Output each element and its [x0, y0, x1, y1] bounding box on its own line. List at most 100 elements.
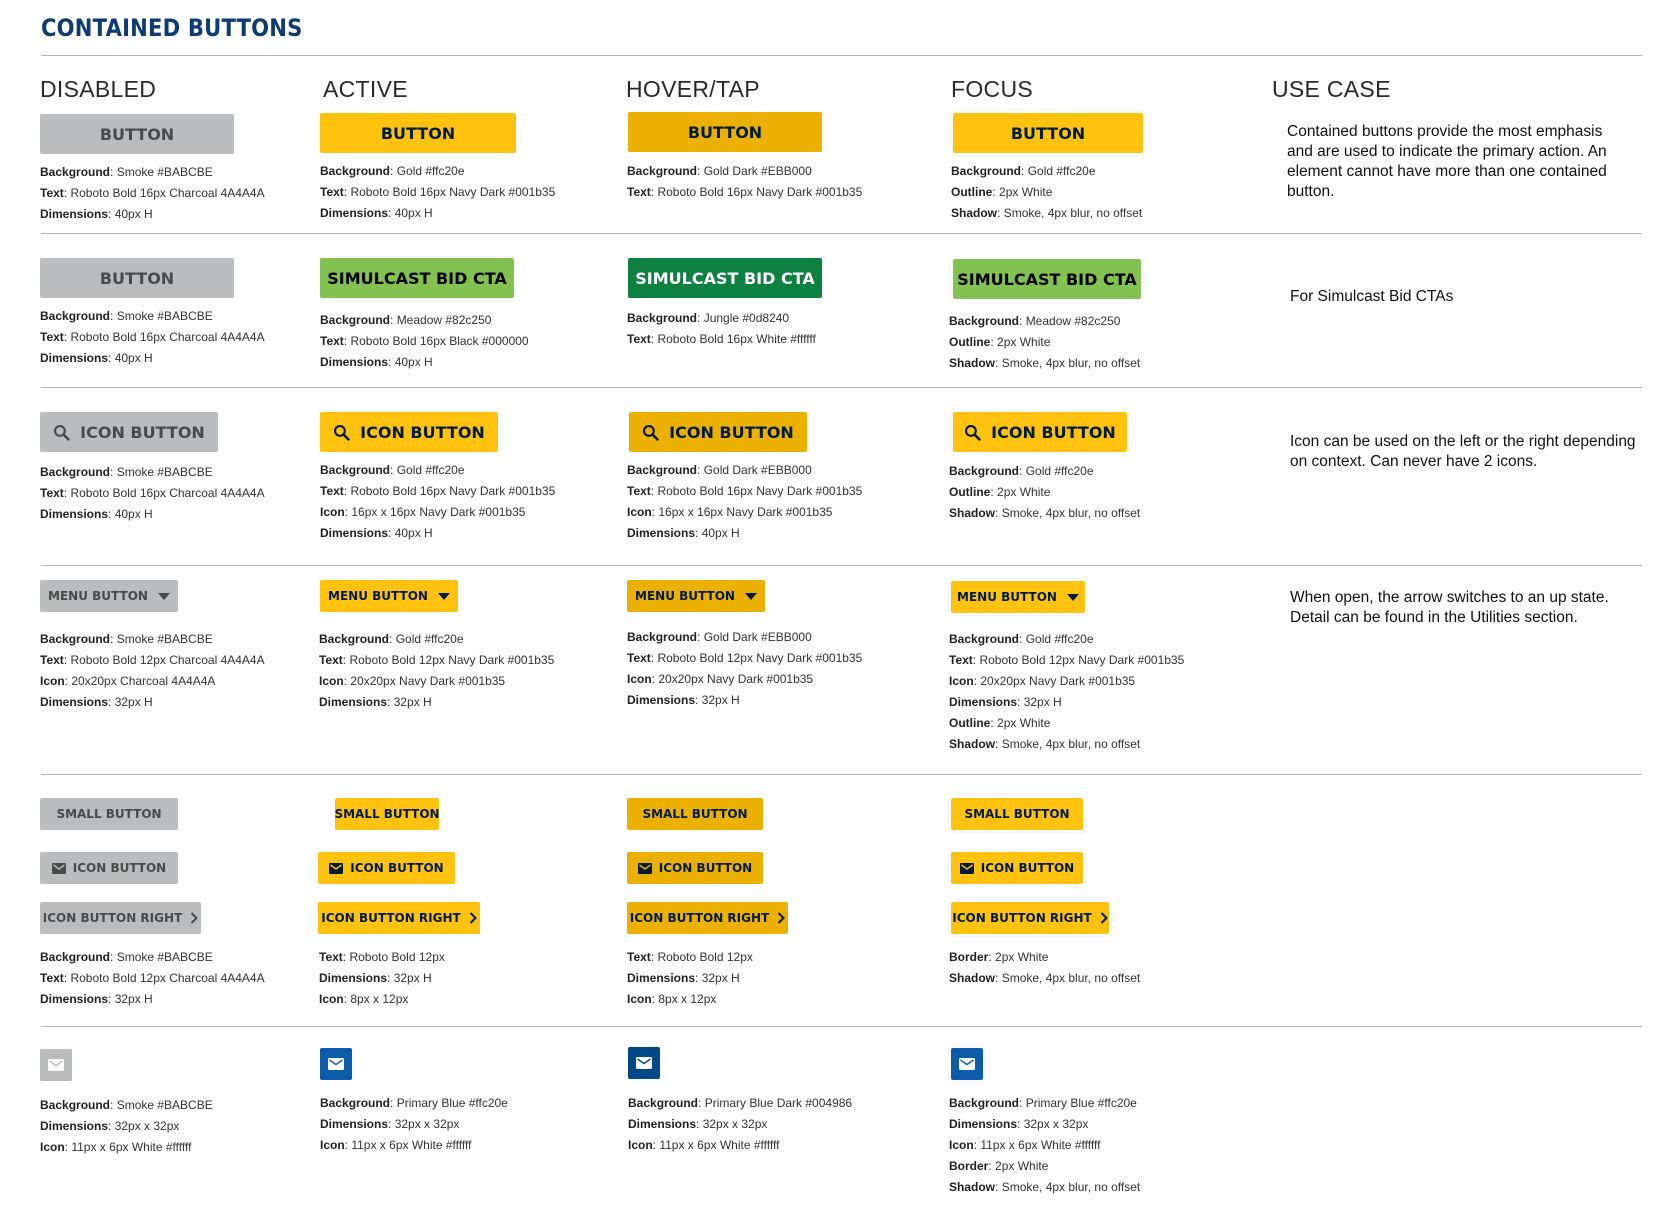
small-button-hover[interactable]: SMALL BUTTON: [627, 798, 763, 830]
spec-active-6: Background: Primary Blue #ffc20e Dimensio…: [320, 1093, 508, 1156]
icon-button-hover[interactable]: ICON BUTTON: [629, 412, 807, 452]
spec-value: Smoke #BABCBE: [116, 1098, 213, 1112]
spec-value: Roboto Bold 16px Navy Dark #001b35: [350, 484, 556, 498]
spec-line: Background: Meadow #82c250: [320, 313, 492, 327]
spec-line: Text: Roboto Bold 12px: [627, 950, 753, 964]
spec-label: Icon: [320, 1138, 345, 1152]
spec-label: Icon: [627, 992, 652, 1006]
spec-value: 40px H: [701, 526, 740, 540]
spec-label: Background: [949, 1096, 1020, 1110]
icon-button-right-disabled[interactable]: ICON BUTTON RIGHT: [40, 902, 201, 934]
spec-label: Text: [627, 185, 651, 199]
spec-active-2: Background: Meadow #82c250 Text: Roboto B…: [320, 310, 529, 373]
spec-line: Icon: 8px x 12px: [319, 992, 409, 1006]
divider: [41, 233, 1642, 234]
focus-button[interactable]: BUTTON: [951, 111, 1145, 155]
spec-hover-3: Background: Gold Dark #EBB000 Text: Robot…: [627, 460, 862, 544]
small-icon-button-active[interactable]: ICON BUTTON: [318, 852, 455, 884]
spec-value: Gold #ffc20e: [1025, 632, 1094, 646]
spec-value: Meadow #82c250: [396, 313, 492, 327]
spec-value: 40px H: [114, 507, 153, 521]
mail-icon-button-hover[interactable]: [628, 1047, 660, 1079]
spec-value: Roboto Bold 12px: [657, 950, 753, 964]
disabled-button[interactable]: BUTTON: [40, 114, 234, 154]
mail-icon-button-focus[interactable]: [949, 1046, 985, 1082]
spec-line: Background: Meadow #82c250: [949, 314, 1121, 328]
column-header-disabled: DISABLED: [40, 76, 157, 102]
spec-line: Background: Gold #ffc20e: [951, 164, 1096, 178]
chevron-right-icon: [1100, 912, 1108, 924]
spec-line: Shadow: Smoke, 4px blur, no offset: [951, 206, 1143, 220]
spec-label: Text: [627, 332, 651, 346]
spec-value: Gold Dark #EBB000: [703, 463, 812, 477]
simulcast-bid-button-focus[interactable]: SIMULCAST BID CTA: [951, 257, 1143, 301]
menu-button-focus[interactable]: MENU BUTTON: [949, 579, 1087, 615]
small-icon-button-focus[interactable]: ICON BUTTON: [949, 850, 1085, 886]
spec-label: Shadow: [951, 206, 998, 220]
spec-label: Dimensions: [319, 695, 388, 709]
mail-icon-button-active[interactable]: [320, 1048, 352, 1080]
small-button-active[interactable]: SMALL BUTTON: [334, 798, 440, 830]
spec-active-3: Background: Gold #ffc20e Text: Roboto Bol…: [320, 460, 555, 544]
icon-button-label: ICON BUTTON: [991, 422, 1116, 442]
spec-line: Icon: 11px x 6px White #ffffff: [628, 1138, 780, 1152]
small-button-disabled[interactable]: SMALL BUTTON: [40, 798, 178, 830]
spec-line: Background: Gold #ffc20e: [320, 164, 465, 178]
menu-button-label: MENU BUTTON: [48, 589, 148, 603]
icon-button-label: ICON BUTTON: [658, 861, 753, 875]
icon-button-focus[interactable]: ICON BUTTON: [951, 410, 1129, 454]
hover-button[interactable]: BUTTON: [628, 112, 822, 152]
spec-hover-6: Background: Primary Blue Dark #004986 Dim…: [628, 1093, 852, 1156]
simulcast-bid-button[interactable]: SIMULCAST BID CTA: [320, 258, 514, 298]
menu-button-disabled[interactable]: MENU BUTTON: [40, 580, 178, 612]
column-header-focus: FOCUS: [951, 76, 1033, 102]
spec-label: Text: [40, 971, 64, 985]
spec-line: Background: Primary Blue Dark #004986: [628, 1096, 853, 1110]
simulcast-bid-button-hover[interactable]: SIMULCAST BID CTA: [628, 258, 822, 298]
spec-value: Roboto Bold 16px Charcoal 4A4A4A: [70, 486, 265, 500]
search-icon: [642, 424, 659, 441]
spec-value: Primary Blue Dark #004986: [704, 1096, 853, 1110]
spec-label: Text: [320, 334, 344, 348]
icon-button-active[interactable]: ICON BUTTON: [320, 412, 498, 452]
spec-label: Dimensions: [40, 1119, 109, 1133]
spec-label: Border: [949, 1159, 989, 1173]
mail-icon-button-disabled[interactable]: [40, 1049, 72, 1081]
spec-label: Dimensions: [628, 1117, 697, 1131]
icon-button-right-label: ICON BUTTON RIGHT: [952, 911, 1092, 925]
spec-label: Icon: [949, 674, 974, 688]
small-icon-button-hover[interactable]: ICON BUTTON: [627, 852, 763, 884]
divider: [41, 565, 1642, 566]
menu-button-active[interactable]: MENU BUTTON: [320, 580, 458, 612]
spec-line: Shadow: Smoke, 4px blur, no offset: [949, 1180, 1141, 1194]
spec-value: Roboto Bold 12px Charcoal 4A4A4A: [70, 971, 265, 985]
icon-button-disabled[interactable]: ICON BUTTON: [40, 412, 218, 452]
small-button-focus[interactable]: SMALL BUTTON: [949, 796, 1085, 832]
spec-line: Border: 2px White: [949, 1159, 1049, 1173]
spec-line: Icon: 11px x 6px White #ffffff: [320, 1138, 472, 1152]
spec-line: Text: Roboto Bold 16px Navy Dark #001b35: [627, 484, 863, 498]
icon-button-right-active[interactable]: ICON BUTTON RIGHT: [318, 902, 480, 934]
spec-line: Dimensions: 40px H: [320, 206, 433, 220]
spec-value: 32px H: [1023, 695, 1062, 709]
caret-down-icon: [437, 592, 450, 600]
spec-value: Smoke #BABCBE: [116, 309, 213, 323]
spec-label: Background: [628, 1096, 699, 1110]
disabled-button[interactable]: BUTTON: [40, 258, 234, 298]
spec-disabled-5: Background: Smoke #BABCBE Text: Roboto Bo…: [40, 947, 265, 1010]
spec-value: Roboto Bold 12px: [349, 950, 445, 964]
spec-line: Dimensions: 32px H: [627, 971, 740, 985]
chevron-right-icon: [469, 912, 477, 924]
active-button[interactable]: BUTTON: [320, 113, 516, 153]
spec-value: Jungle #0d8240: [703, 311, 790, 325]
spec-line: Text: Roboto Bold 12px: [319, 950, 445, 964]
menu-button-hover[interactable]: MENU BUTTON: [627, 580, 765, 612]
spec-label: Outline: [949, 716, 991, 730]
icon-button-right-hover[interactable]: ICON BUTTON RIGHT: [627, 902, 788, 934]
column-header-hover: HOVER/TAP: [626, 76, 760, 102]
spec-focus-4: Background: Gold #ffc20e Text: Roboto Bol…: [949, 629, 1184, 755]
icon-button-right-focus[interactable]: ICON BUTTON RIGHT: [949, 900, 1111, 936]
spec-label: Icon: [627, 505, 652, 519]
spec-value: 32px H: [701, 693, 740, 707]
small-icon-button-disabled[interactable]: ICON BUTTON: [40, 852, 178, 884]
